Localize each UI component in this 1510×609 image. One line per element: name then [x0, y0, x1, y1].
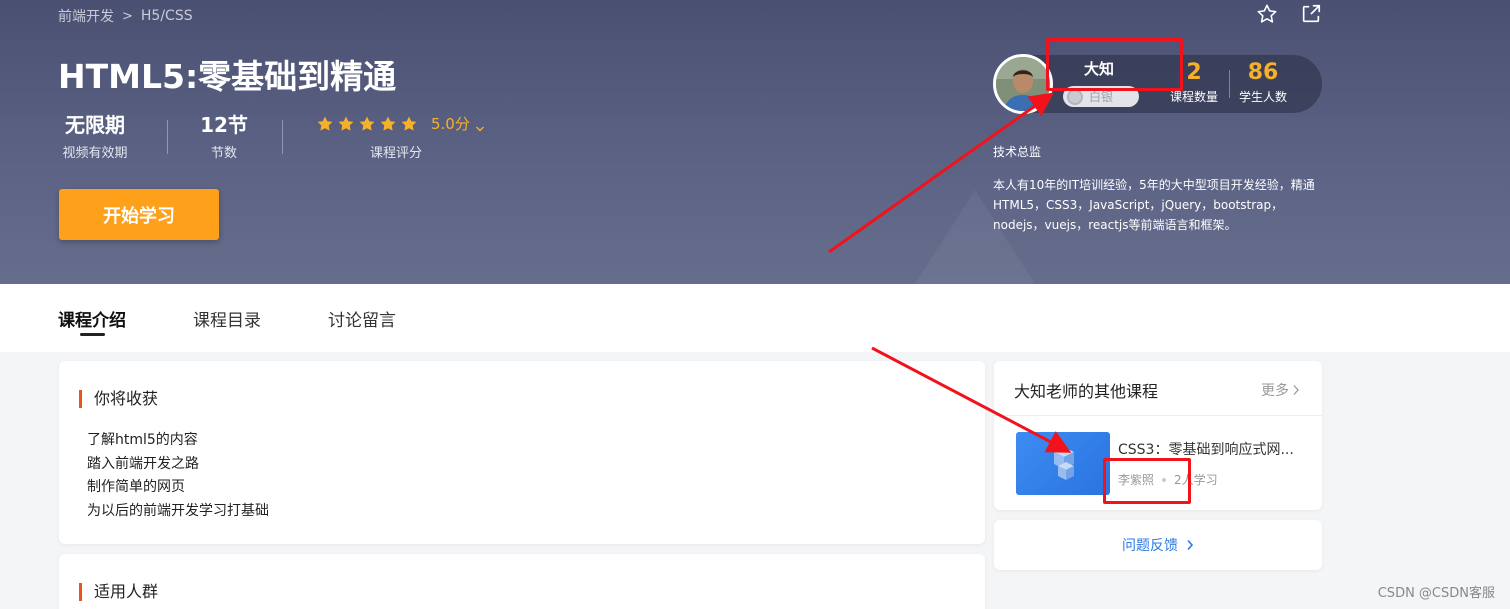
other-courses-title: 大知老师的其他课程 — [1014, 382, 1159, 401]
tab-discussion[interactable]: 讨论留言 — [328, 306, 396, 331]
course-item-title[interactable]: CSS3：零基础到响应式网... — [1118, 439, 1308, 459]
teacher-student-count: 86 学生人数 — [1236, 60, 1290, 105]
list-item: 为以后的前端开发学习打基础 — [87, 502, 269, 519]
sections-stat: 12节 节数 — [196, 112, 252, 161]
star-icon — [359, 116, 375, 131]
validity-stat: 无限期 视频有效期 — [58, 112, 132, 161]
start-learning-button[interactable]: 开始学习 — [59, 189, 219, 240]
more-label: 更多 — [1261, 383, 1289, 399]
star-favorite-icon[interactable] — [1256, 3, 1278, 25]
feedback-label: 问题反馈 — [1122, 538, 1178, 554]
student-count-value: 86 — [1247, 60, 1279, 85]
teacher-job-title: 技术总监 — [993, 145, 1042, 159]
validity-label: 视频有效期 — [62, 146, 128, 161]
sections-label: 节数 — [210, 146, 237, 161]
page: 前端开发 > H5/CSS HTML5:零基础到精通 无限期 视频有效期 12节… — [0, 0, 1510, 609]
course-thumbnail[interactable] — [1016, 432, 1110, 495]
star-icon — [338, 116, 354, 131]
list-item: 踏入前端开发之路 — [87, 455, 199, 472]
list-item: 了解html5的内容 — [87, 432, 198, 448]
rating-score: 5.0分 — [431, 115, 470, 133]
watermark: CSDN @CSDN客服 — [1377, 586, 1495, 601]
course-tabs: 课程介绍 课程目录 讨论留言 — [0, 284, 1510, 352]
list-item: 制作简单的网页 — [87, 479, 185, 495]
feedback-panel: 问题反馈 — [994, 520, 1322, 570]
header-actions — [1256, 3, 1322, 25]
teacher-bio: 本人有10年的IT培训经验，5年的大中型项目开发经验，精通HTML5，CSS3，… — [993, 178, 1315, 232]
gain-list: 了解html5的内容 踏入前端开发之路 制作简单的网页 为以后的前端开发学习打基… — [87, 429, 269, 523]
tab-course-intro[interactable]: 课程介绍 — [58, 306, 126, 331]
breadcrumb-item-frontend[interactable]: 前端开发 — [58, 6, 114, 26]
chevron-down-icon[interactable] — [475, 119, 485, 131]
annotation-box-author — [1103, 458, 1191, 504]
annotation-box-teacher — [1046, 38, 1183, 91]
sections-value: 12节 — [200, 113, 248, 137]
breadcrumb-separator: > — [122, 8, 133, 24]
share-icon[interactable] — [1300, 3, 1322, 25]
tab-course-catalog[interactable]: 课程目录 — [193, 306, 261, 331]
star-icon — [317, 116, 333, 131]
more-link[interactable]: 更多 — [1261, 380, 1300, 400]
breadcrumb: 前端开发 > H5/CSS — [58, 6, 193, 26]
gain-section: 你将收获 了解html5的内容 踏入前端开发之路 制作简单的网页 为以后的前端开… — [59, 361, 985, 544]
chevron-right-icon — [1186, 539, 1194, 551]
rating-label: 课程评分 — [370, 146, 423, 161]
star-icon — [401, 116, 417, 131]
course-rating[interactable]: 5.0分 — [316, 113, 485, 134]
student-count-label: 学生人数 — [1238, 90, 1287, 104]
chevron-right-icon — [1292, 384, 1300, 396]
star-icon — [380, 116, 396, 131]
breadcrumb-item-h5css[interactable]: H5/CSS — [141, 8, 193, 24]
course-title: HTML5:零基础到精通 — [58, 57, 397, 96]
active-tab-indicator — [80, 333, 105, 336]
stat-divider — [167, 120, 168, 154]
course-header: 前端开发 > H5/CSS HTML5:零基础到精通 无限期 视频有效期 12节… — [0, 0, 1510, 284]
validity-value: 无限期 — [65, 113, 125, 137]
teacher-avatar[interactable] — [993, 54, 1053, 114]
gain-heading: 你将收获 — [79, 390, 158, 408]
rating-stars — [316, 115, 418, 133]
divider — [994, 415, 1322, 416]
audience-section: 适用人群 — [59, 554, 985, 609]
audience-heading: 适用人群 — [79, 583, 158, 601]
feedback-button[interactable]: 问题反馈 — [994, 520, 1322, 570]
stat-divider — [282, 120, 283, 154]
teacher-stat-divider — [1229, 70, 1230, 98]
